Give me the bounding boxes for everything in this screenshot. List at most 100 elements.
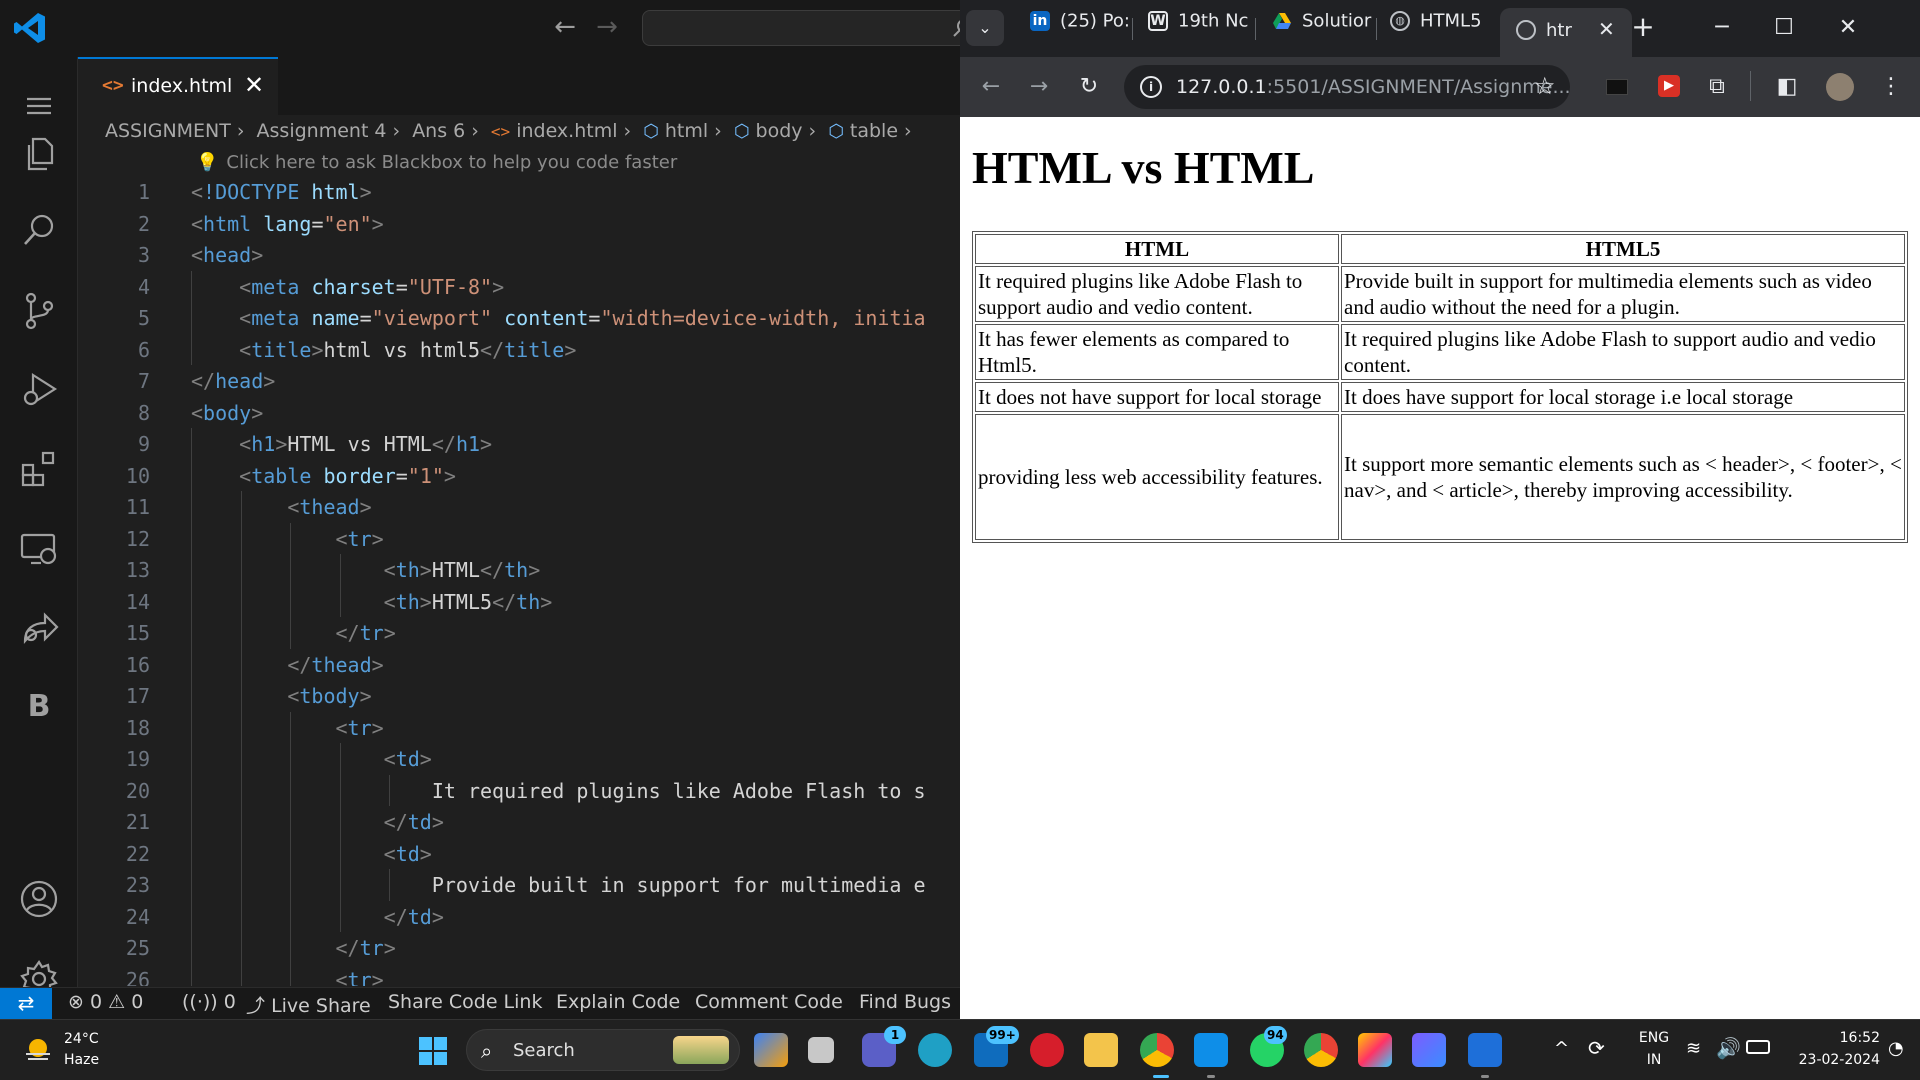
source-control-icon[interactable] — [17, 289, 61, 333]
code-line: </td> — [383, 810, 444, 834]
chrome-tab[interactable]: ◍ HTML5 — [1378, 10, 1498, 48]
editor-tab-index-html[interactable]: <> index.html ✕ — [78, 57, 278, 115]
sync-icon[interactable]: ⟳ — [1588, 1036, 1605, 1060]
explain-code-button[interactable]: Explain Code — [556, 991, 680, 1013]
command-center-search[interactable] — [642, 10, 960, 46]
globe-icon: ◍ — [1390, 11, 1410, 31]
breadcrumb-item[interactable]: body — [756, 120, 803, 142]
clock-date[interactable]: 23-02-2024 — [1780, 1052, 1880, 1068]
extensions-icon[interactable] — [17, 447, 61, 491]
indent-guide — [191, 648, 192, 680]
forward-arrow-icon[interactable]: → — [592, 12, 622, 42]
maximize-icon[interactable]: ☐ — [1754, 8, 1814, 48]
weather-temperature[interactable]: 24°C — [64, 1031, 99, 1047]
breadcrumb-item[interactable]: Assignment 4 — [257, 120, 387, 142]
run-debug-icon[interactable] — [17, 367, 61, 411]
opera-icon[interactable] — [1030, 1033, 1064, 1067]
more-menu-icon[interactable]: ⋮ — [1872, 69, 1910, 105]
blackbox-hint[interactable]: 💡 Click here to ask Blackbox to help you … — [196, 152, 677, 173]
extensions-puzzle-icon[interactable]: ⧉ — [1698, 69, 1736, 105]
minimize-icon[interactable]: ─ — [1692, 8, 1752, 48]
editor-tab-label: index.html — [131, 75, 233, 97]
back-arrow-icon[interactable]: ← — [972, 69, 1010, 105]
editor-tab-bar: <> index.html ✕ — [78, 57, 960, 115]
table-row: providing less web accessibility feature… — [975, 414, 1905, 540]
extension-terminal-icon[interactable] — [1606, 79, 1628, 95]
indent-guide — [191, 270, 192, 302]
element-cube-icon: ⬡ — [733, 121, 750, 142]
back-arrow-icon[interactable]: ← — [550, 12, 580, 42]
file-explorer-icon[interactable] — [1084, 1033, 1118, 1067]
close-icon[interactable]: ✕ — [244, 71, 264, 99]
tab-search-chevron-icon[interactable]: ⌄ — [966, 10, 1004, 46]
remote-indicator-icon[interactable]: ⇄ — [0, 988, 52, 1019]
input-region[interactable]: IN — [1634, 1052, 1674, 1068]
find-bugs-button[interactable]: Find Bugs — [859, 991, 951, 1013]
comment-code-button[interactable]: Comment Code — [695, 991, 843, 1013]
copilot-icon[interactable] — [754, 1033, 788, 1067]
code-line: <thead> — [287, 495, 372, 519]
extension-red-icon[interactable]: ▶ — [1658, 75, 1680, 97]
reload-icon[interactable]: ↻ — [1070, 69, 1108, 105]
breadcrumb-item[interactable]: index.html — [516, 120, 617, 142]
weather-condition[interactable]: Haze — [64, 1052, 99, 1068]
vscode-icon[interactable] — [1194, 1033, 1228, 1067]
blackbox-icon[interactable]: B — [17, 685, 61, 729]
error-count: 0 — [89, 991, 103, 1013]
app-diamond-icon[interactable] — [1358, 1033, 1392, 1067]
live-share-icon[interactable] — [17, 605, 61, 649]
clock-time[interactable]: 16:52 — [1780, 1030, 1880, 1046]
site-info-icon[interactable]: i — [1140, 76, 1162, 98]
windows-start-icon[interactable] — [418, 1036, 448, 1066]
weather-haze-icon[interactable] — [22, 1034, 54, 1066]
share-code-link-button[interactable]: Share Code Link — [388, 991, 542, 1013]
indent-guide — [339, 554, 341, 586]
ports-indicator[interactable]: ((·)) 0 — [182, 991, 236, 1013]
taskbar-search-box[interactable]: ⌕ Search — [466, 1029, 740, 1071]
battery-icon[interactable] — [1746, 1040, 1770, 1054]
bookmark-star-icon[interactable]: ☆ — [1534, 72, 1556, 100]
edge-icon[interactable] — [918, 1033, 952, 1067]
code-line: <tr> — [335, 967, 384, 987]
indent-guide — [191, 963, 192, 986]
table-cell: It required plugins like Adobe Flash to … — [1341, 324, 1905, 380]
notification-icon[interactable]: ◔ — [1888, 1038, 1904, 1059]
wifi-icon[interactable]: ≋ — [1686, 1038, 1701, 1059]
chrome-icon[interactable] — [1140, 1033, 1174, 1067]
line-number: 10 — [125, 463, 150, 488]
code-editor[interactable]: 1 <!DOCTYPE html> 2 <html lang="en"> 3 <head>… — [78, 178, 960, 986]
table-row: It does not have support for local stora… — [975, 382, 1905, 412]
breadcrumb-item[interactable]: ASSIGNMENT — [105, 120, 231, 142]
new-tab-plus-icon[interactable]: + — [1624, 10, 1662, 46]
input-language[interactable]: ENG — [1634, 1030, 1674, 1046]
chrome-tab-active[interactable]: htr ✕ — [1500, 8, 1632, 57]
remote-explorer-icon[interactable] — [17, 527, 61, 571]
chrome-profile-icon[interactable] — [1304, 1033, 1338, 1067]
remote-desktop-icon[interactable] — [1468, 1033, 1502, 1067]
indent-guide — [191, 491, 192, 523]
live-share-status[interactable]: ⤴ Live Share — [246, 991, 371, 1018]
indent-guide — [191, 333, 192, 365]
volume-icon[interactable]: 🔊 — [1716, 1036, 1741, 1060]
forward-arrow-icon[interactable]: → — [1020, 69, 1058, 105]
account-icon[interactable] — [17, 877, 61, 921]
indent-guide — [240, 932, 242, 964]
live-share-icon: ⤴ — [246, 995, 266, 1017]
address-bar[interactable]: i 127.0.0.1:5501/ASSIGNMENT/Assignme... … — [1124, 65, 1571, 109]
close-icon[interactable]: ✕ — [1598, 17, 1615, 41]
breadcrumb-item[interactable]: Ans 6 — [412, 120, 465, 142]
profile-avatar[interactable] — [1826, 73, 1854, 101]
side-panel-icon[interactable]: ◧ — [1768, 69, 1806, 105]
breadcrumb-item[interactable]: html — [665, 120, 708, 142]
task-view-icon[interactable] — [808, 1037, 834, 1063]
problems-indicator[interactable]: ⊗ 0 ⚠ 0 — [68, 991, 143, 1013]
code-line: <meta charset="UTF-8"> — [239, 274, 505, 299]
window-close-icon[interactable]: ✕ — [1818, 8, 1878, 48]
app-hexagon-icon[interactable] — [1412, 1033, 1446, 1067]
menu-icon[interactable] — [17, 85, 61, 129]
chevron-up-icon[interactable]: ^ — [1554, 1038, 1569, 1059]
explorer-icon[interactable] — [17, 131, 61, 175]
table-header-cell: HTML — [975, 234, 1339, 264]
breadcrumb-item[interactable]: table — [850, 120, 898, 142]
search-icon[interactable] — [17, 209, 61, 253]
